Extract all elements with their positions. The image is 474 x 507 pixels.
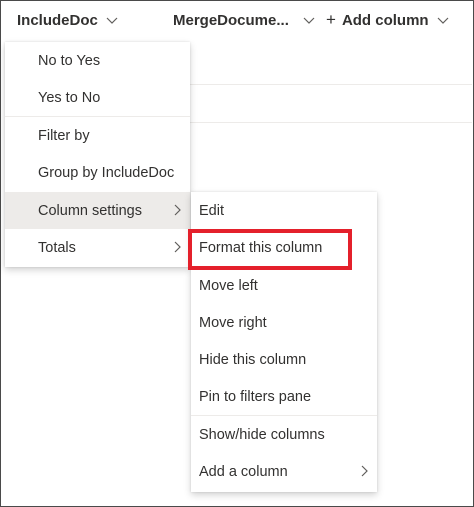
add-column-button[interactable]: + Add column (326, 10, 449, 30)
column-context-menu: No to Yes Yes to No Filter by Group by I… (5, 42, 190, 267)
column-header-label: IncludeDoc (17, 11, 98, 29)
column-settings-submenu: Edit Format this column Move left Move r… (191, 192, 377, 492)
submenu-item-hide-this-column[interactable]: Hide this column (191, 341, 377, 378)
menu-item-label: Totals (38, 239, 76, 256)
submenu-item-pin-to-filters-pane[interactable]: Pin to filters pane (191, 378, 377, 415)
menu-item-label: Yes to No (38, 89, 101, 106)
menu-item-label: Edit (199, 202, 224, 219)
column-header-mergedocument[interactable]: MergeDocume... (173, 10, 315, 30)
column-header-includedoc[interactable]: IncludeDoc (17, 10, 118, 30)
menu-item-label: Filter by (38, 127, 90, 144)
submenu-item-move-left[interactable]: Move left (191, 267, 377, 304)
menu-item-totals[interactable]: Totals (5, 229, 190, 266)
menu-item-label: Add a column (199, 463, 288, 480)
submenu-item-move-right[interactable]: Move right (191, 304, 377, 341)
menu-item-label: Group by IncludeDoc (38, 164, 175, 181)
menu-item-label: Hide this column (199, 351, 307, 368)
column-header-row: IncludeDoc MergeDocume... + Add column (0, 0, 472, 40)
column-header-label: MergeDocume... (173, 11, 289, 29)
row-divider (190, 122, 472, 123)
menu-item-label: No to Yes (38, 52, 101, 69)
menu-item-column-settings[interactable]: Column settings (5, 192, 190, 229)
menu-item-label: Move right (199, 314, 267, 331)
menu-item-yes-to-no[interactable]: Yes to No (5, 79, 190, 116)
submenu-item-show-hide-columns[interactable]: Show/hide columns (191, 416, 377, 453)
menu-item-filter-by[interactable]: Filter by (5, 117, 190, 154)
chevron-right-icon (172, 204, 182, 220)
row-divider (190, 84, 472, 85)
menu-item-label: Column settings (38, 202, 142, 219)
menu-item-label: Format this column (199, 239, 323, 256)
chevron-down-icon (106, 14, 118, 26)
chevron-right-icon (359, 465, 369, 481)
chevron-right-icon (172, 241, 182, 257)
menu-item-label: Show/hide columns (199, 426, 325, 443)
menu-item-no-to-yes[interactable]: No to Yes (5, 42, 190, 79)
menu-item-label: Pin to filters pane (199, 388, 312, 405)
menu-item-group-by[interactable]: Group by IncludeDoc (5, 154, 190, 191)
chevron-down-icon (303, 14, 315, 26)
submenu-item-edit[interactable]: Edit (191, 192, 377, 229)
menu-item-label: Move left (199, 277, 258, 294)
submenu-item-format-this-column[interactable]: Format this column (191, 229, 377, 266)
chevron-down-icon (437, 14, 449, 26)
plus-icon: + (326, 10, 336, 29)
add-column-label: Add column (341, 11, 429, 29)
submenu-item-add-a-column[interactable]: Add a column (191, 453, 377, 490)
